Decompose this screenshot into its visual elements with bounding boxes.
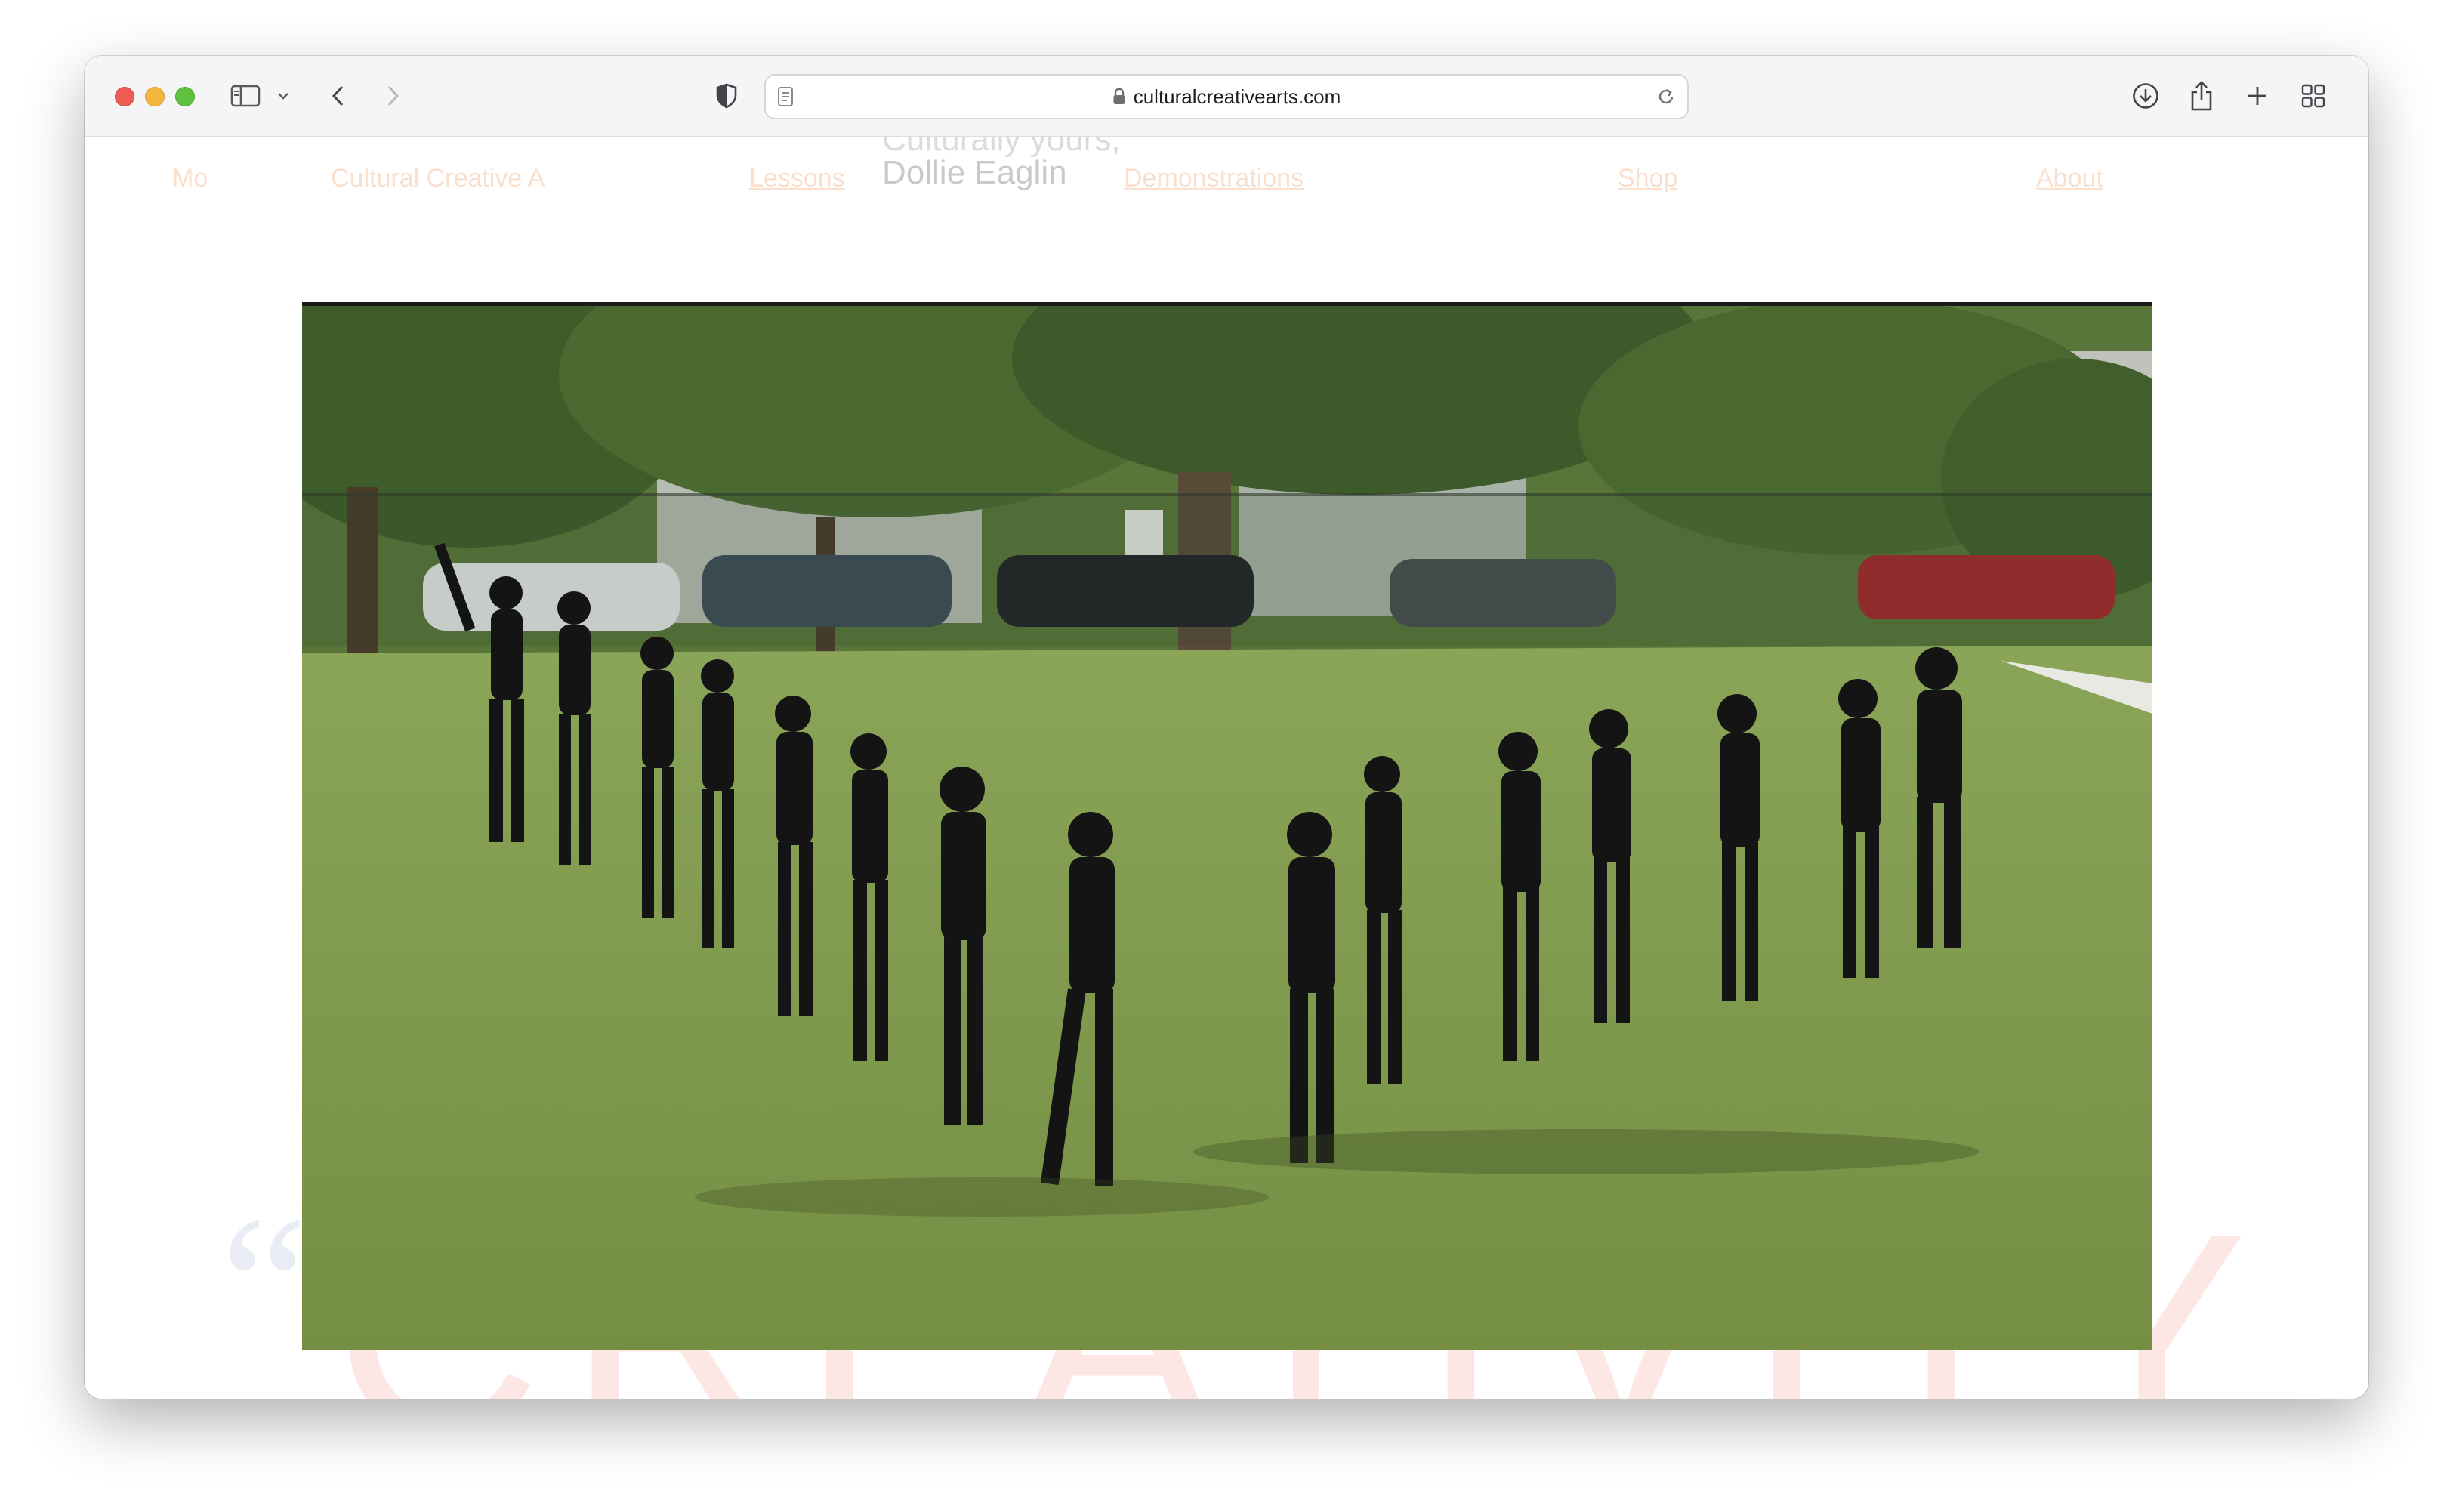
browser-toolbar: culturalcreativearts.com [85, 56, 2368, 137]
back-button[interactable] [323, 79, 353, 113]
share-button[interactable] [2184, 79, 2219, 113]
nav-link-lessons[interactable]: Lessons [749, 164, 845, 193]
address-bar[interactable]: culturalcreativearts.com [764, 74, 1689, 119]
close-window-button[interactable] [115, 87, 134, 106]
address-center: culturalcreativearts.com [766, 76, 1687, 118]
new-tab-button[interactable] [2240, 79, 2275, 113]
reload-icon[interactable] [1655, 86, 1677, 107]
nav-item-left[interactable]: Mo [172, 164, 208, 193]
url-text: culturalcreativearts.com [1133, 85, 1341, 108]
greeting-line-2: Dollie Eaglin [882, 154, 1067, 191]
maximize-window-button[interactable] [175, 87, 195, 106]
forward-button[interactable] [378, 79, 408, 113]
tab-overview-button[interactable] [2296, 79, 2331, 113]
plus-icon [2248, 87, 2266, 105]
nav-link-about[interactable]: About [2036, 164, 2103, 193]
chevron-down-icon [278, 93, 288, 100]
share-icon [2191, 81, 2212, 111]
sidebar-options-button[interactable] [273, 79, 293, 113]
background-quote-mark: “ [221, 1176, 308, 1393]
nav-link-demonstrations[interactable]: Demonstrations [1124, 164, 1304, 193]
nav-brand[interactable]: Cultural Creative A [331, 164, 545, 193]
dance-video[interactable] [302, 302, 2152, 1350]
chevron-right-icon [387, 85, 400, 106]
nav-link-shop[interactable]: Shop [1618, 164, 1677, 193]
sidebar-toggle-button[interactable] [228, 79, 263, 113]
sidebar-icon [230, 85, 261, 107]
browser-window: culturalcreativearts.com Mo Cultural Cre… [85, 56, 2368, 1399]
page-content: Mo Cultural Creative A Lessons Culturall… [85, 137, 2368, 1399]
grid-icon [2301, 84, 2325, 108]
minimize-window-button[interactable] [145, 87, 165, 106]
chevron-left-icon [332, 85, 344, 106]
shield-icon [716, 83, 737, 109]
downloads-button[interactable] [2128, 79, 2163, 113]
dance-video-frame [302, 306, 2152, 1350]
privacy-report-button[interactable] [711, 79, 742, 113]
lock-icon [1113, 88, 1125, 104]
download-icon [2133, 83, 2158, 109]
